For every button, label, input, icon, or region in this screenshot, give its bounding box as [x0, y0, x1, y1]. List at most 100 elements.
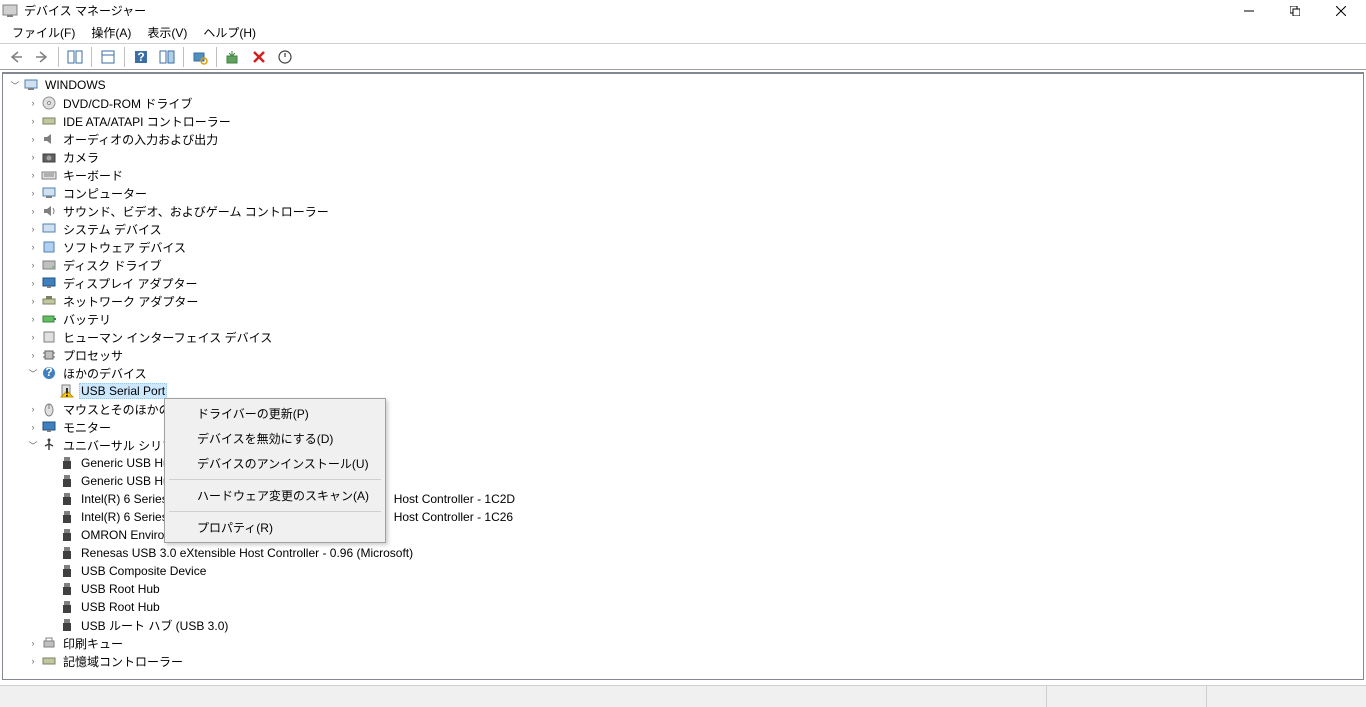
properties-button[interactable] — [96, 46, 120, 68]
expander-icon[interactable]: › — [27, 151, 39, 163]
tree-category[interactable]: › オーディオの入力および出力 — [5, 130, 1363, 148]
expander-icon[interactable]: › — [27, 259, 39, 271]
menu-file[interactable]: ファイル(F) — [4, 22, 83, 43]
context-menu-properties[interactable]: プロパティ(R) — [167, 515, 383, 540]
tree-category[interactable]: ›IDE ATA/ATAPI コントローラー — [5, 112, 1363, 130]
tree-category[interactable]: ›記憶域コントローラー — [5, 652, 1363, 670]
expander-icon[interactable]: › — [27, 403, 39, 415]
toolbar-separator — [91, 47, 92, 67]
usb-device-icon — [59, 473, 75, 489]
context-menu-update-driver[interactable]: ドライバーの更新(P) — [167, 401, 383, 426]
tree-category-other-devices[interactable]: ﹀?ほかのデバイス — [5, 364, 1363, 382]
tree-category[interactable]: ›ヒューマン インターフェイス デバイス — [5, 328, 1363, 346]
tree-category[interactable]: › ディスク ドライブ — [5, 256, 1363, 274]
menu-action[interactable]: 操作(A) — [83, 22, 139, 43]
battery-icon — [41, 311, 57, 327]
expander-icon[interactable]: › — [27, 331, 39, 343]
toolbar-separator — [124, 47, 125, 67]
show-hide-console-button[interactable] — [63, 46, 87, 68]
tree-category-label: システム デバイス — [61, 221, 164, 238]
tree-category-label: 印刷キュー — [61, 635, 125, 652]
usb-device-icon — [59, 509, 75, 525]
tree-category[interactable]: › システム デバイス — [5, 220, 1363, 238]
tree-category[interactable]: ›ソフトウェア デバイス — [5, 238, 1363, 256]
back-button[interactable] — [4, 46, 28, 68]
usb-device-icon — [59, 581, 75, 597]
tree-category[interactable]: ›サウンド、ビデオ、およびゲーム コントローラー — [5, 202, 1363, 220]
context-menu-uninstall-device[interactable]: デバイスのアンインストール(U) — [167, 451, 383, 476]
expander-icon[interactable]: › — [27, 169, 39, 181]
scan-hardware-button[interactable] — [188, 46, 212, 68]
tree-category[interactable]: ›ネットワーク アダプター — [5, 292, 1363, 310]
maximize-button[interactable] — [1272, 0, 1318, 22]
context-menu-scan-hardware[interactable]: ハードウェア変更のスキャン(A) — [167, 483, 383, 508]
disk-icon — [41, 257, 57, 273]
expander-spacer — [45, 493, 57, 505]
tree-device[interactable]: USB Root Hub — [5, 598, 1363, 616]
context-menu-disable-device[interactable]: デバイスを無効にする(D) — [167, 426, 383, 451]
toolbar-separator — [58, 47, 59, 67]
expander-icon[interactable]: › — [27, 637, 39, 649]
sound-icon — [41, 203, 57, 219]
device-tree[interactable]: ﹀ WINDOWS › DVD/CD-ROM ドライブ ›IDE ATA/ATAP… — [3, 74, 1363, 672]
system-icon — [41, 221, 57, 237]
svg-text:!: ! — [65, 386, 69, 400]
tree-device-label: Renesas USB 3.0 eXtensible Host Controll… — [79, 546, 415, 560]
tree-category[interactable]: › プロセッサ — [5, 346, 1363, 364]
tree-category[interactable]: ›バッテリ — [5, 310, 1363, 328]
uninstall-button[interactable] — [247, 46, 271, 68]
expander-icon[interactable]: › — [27, 349, 39, 361]
expander-icon[interactable]: › — [27, 115, 39, 127]
tree-device-label: Generic USB Hu — [79, 456, 172, 470]
disable-button[interactable] — [273, 46, 297, 68]
tree-category[interactable]: ›コンピューター — [5, 184, 1363, 202]
menu-help[interactable]: ヘルプ(H) — [195, 22, 264, 43]
tree-device[interactable]: USB ルート ハブ (USB 3.0) — [5, 616, 1363, 634]
hid-icon — [41, 329, 57, 345]
action-button[interactable] — [155, 46, 179, 68]
audio-icon — [41, 131, 57, 147]
expander-icon[interactable]: › — [27, 313, 39, 325]
expander-icon[interactable]: ﹀ — [27, 439, 39, 451]
expander-icon[interactable]: › — [27, 241, 39, 253]
expander-spacer — [45, 583, 57, 595]
expander-icon[interactable]: › — [27, 97, 39, 109]
forward-button[interactable] — [30, 46, 54, 68]
device-tree-panel: ﹀ WINDOWS › DVD/CD-ROM ドライブ ›IDE ATA/ATAP… — [2, 72, 1364, 680]
usb-device-icon — [59, 617, 75, 633]
statusbar-panel — [1046, 686, 1206, 707]
expander-icon[interactable]: › — [27, 277, 39, 289]
expander-icon[interactable]: › — [27, 655, 39, 667]
expander-icon[interactable]: › — [27, 133, 39, 145]
tree-category-label: オーディオの入力および出力 — [61, 131, 220, 148]
tree-category[interactable]: ›キーボード — [5, 166, 1363, 184]
expander-icon[interactable]: ﹀ — [9, 79, 21, 91]
expander-icon[interactable]: ﹀ — [27, 367, 39, 379]
expander-icon[interactable]: › — [27, 223, 39, 235]
expander-icon[interactable]: › — [27, 205, 39, 217]
update-driver-button[interactable] — [221, 46, 245, 68]
expander-icon[interactable]: › — [27, 187, 39, 199]
tree-category[interactable]: ›ディスプレイ アダプター — [5, 274, 1363, 292]
tree-category-label: プロセッサ — [61, 347, 125, 364]
context-menu-separator — [169, 511, 381, 512]
tree-device[interactable]: USB Root Hub — [5, 580, 1363, 598]
expander-icon[interactable]: › — [27, 295, 39, 307]
close-button[interactable] — [1318, 0, 1364, 22]
usb-device-icon — [59, 599, 75, 615]
tree-device[interactable]: USB Composite Device — [5, 562, 1363, 580]
tree-device-label: Intel(R) 6 Series — [79, 492, 170, 506]
tree-category[interactable]: › 印刷キュー — [5, 634, 1363, 652]
tree-device[interactable]: Renesas USB 3.0 eXtensible Host Controll… — [5, 544, 1363, 562]
help-button[interactable]: ? — [129, 46, 153, 68]
menu-view[interactable]: 表示(V) — [139, 22, 195, 43]
tree-category[interactable]: ›カメラ — [5, 148, 1363, 166]
tree-category-label: ディスク ドライブ — [61, 257, 164, 274]
minimize-button[interactable] — [1226, 0, 1272, 22]
network-icon — [41, 293, 57, 309]
computer-icon — [23, 77, 39, 93]
tree-root[interactable]: ﹀ WINDOWS — [5, 76, 1363, 94]
expander-icon[interactable]: › — [27, 421, 39, 433]
tree-category-label: DVD/CD-ROM ドライブ — [61, 95, 194, 112]
tree-category[interactable]: › DVD/CD-ROM ドライブ — [5, 94, 1363, 112]
